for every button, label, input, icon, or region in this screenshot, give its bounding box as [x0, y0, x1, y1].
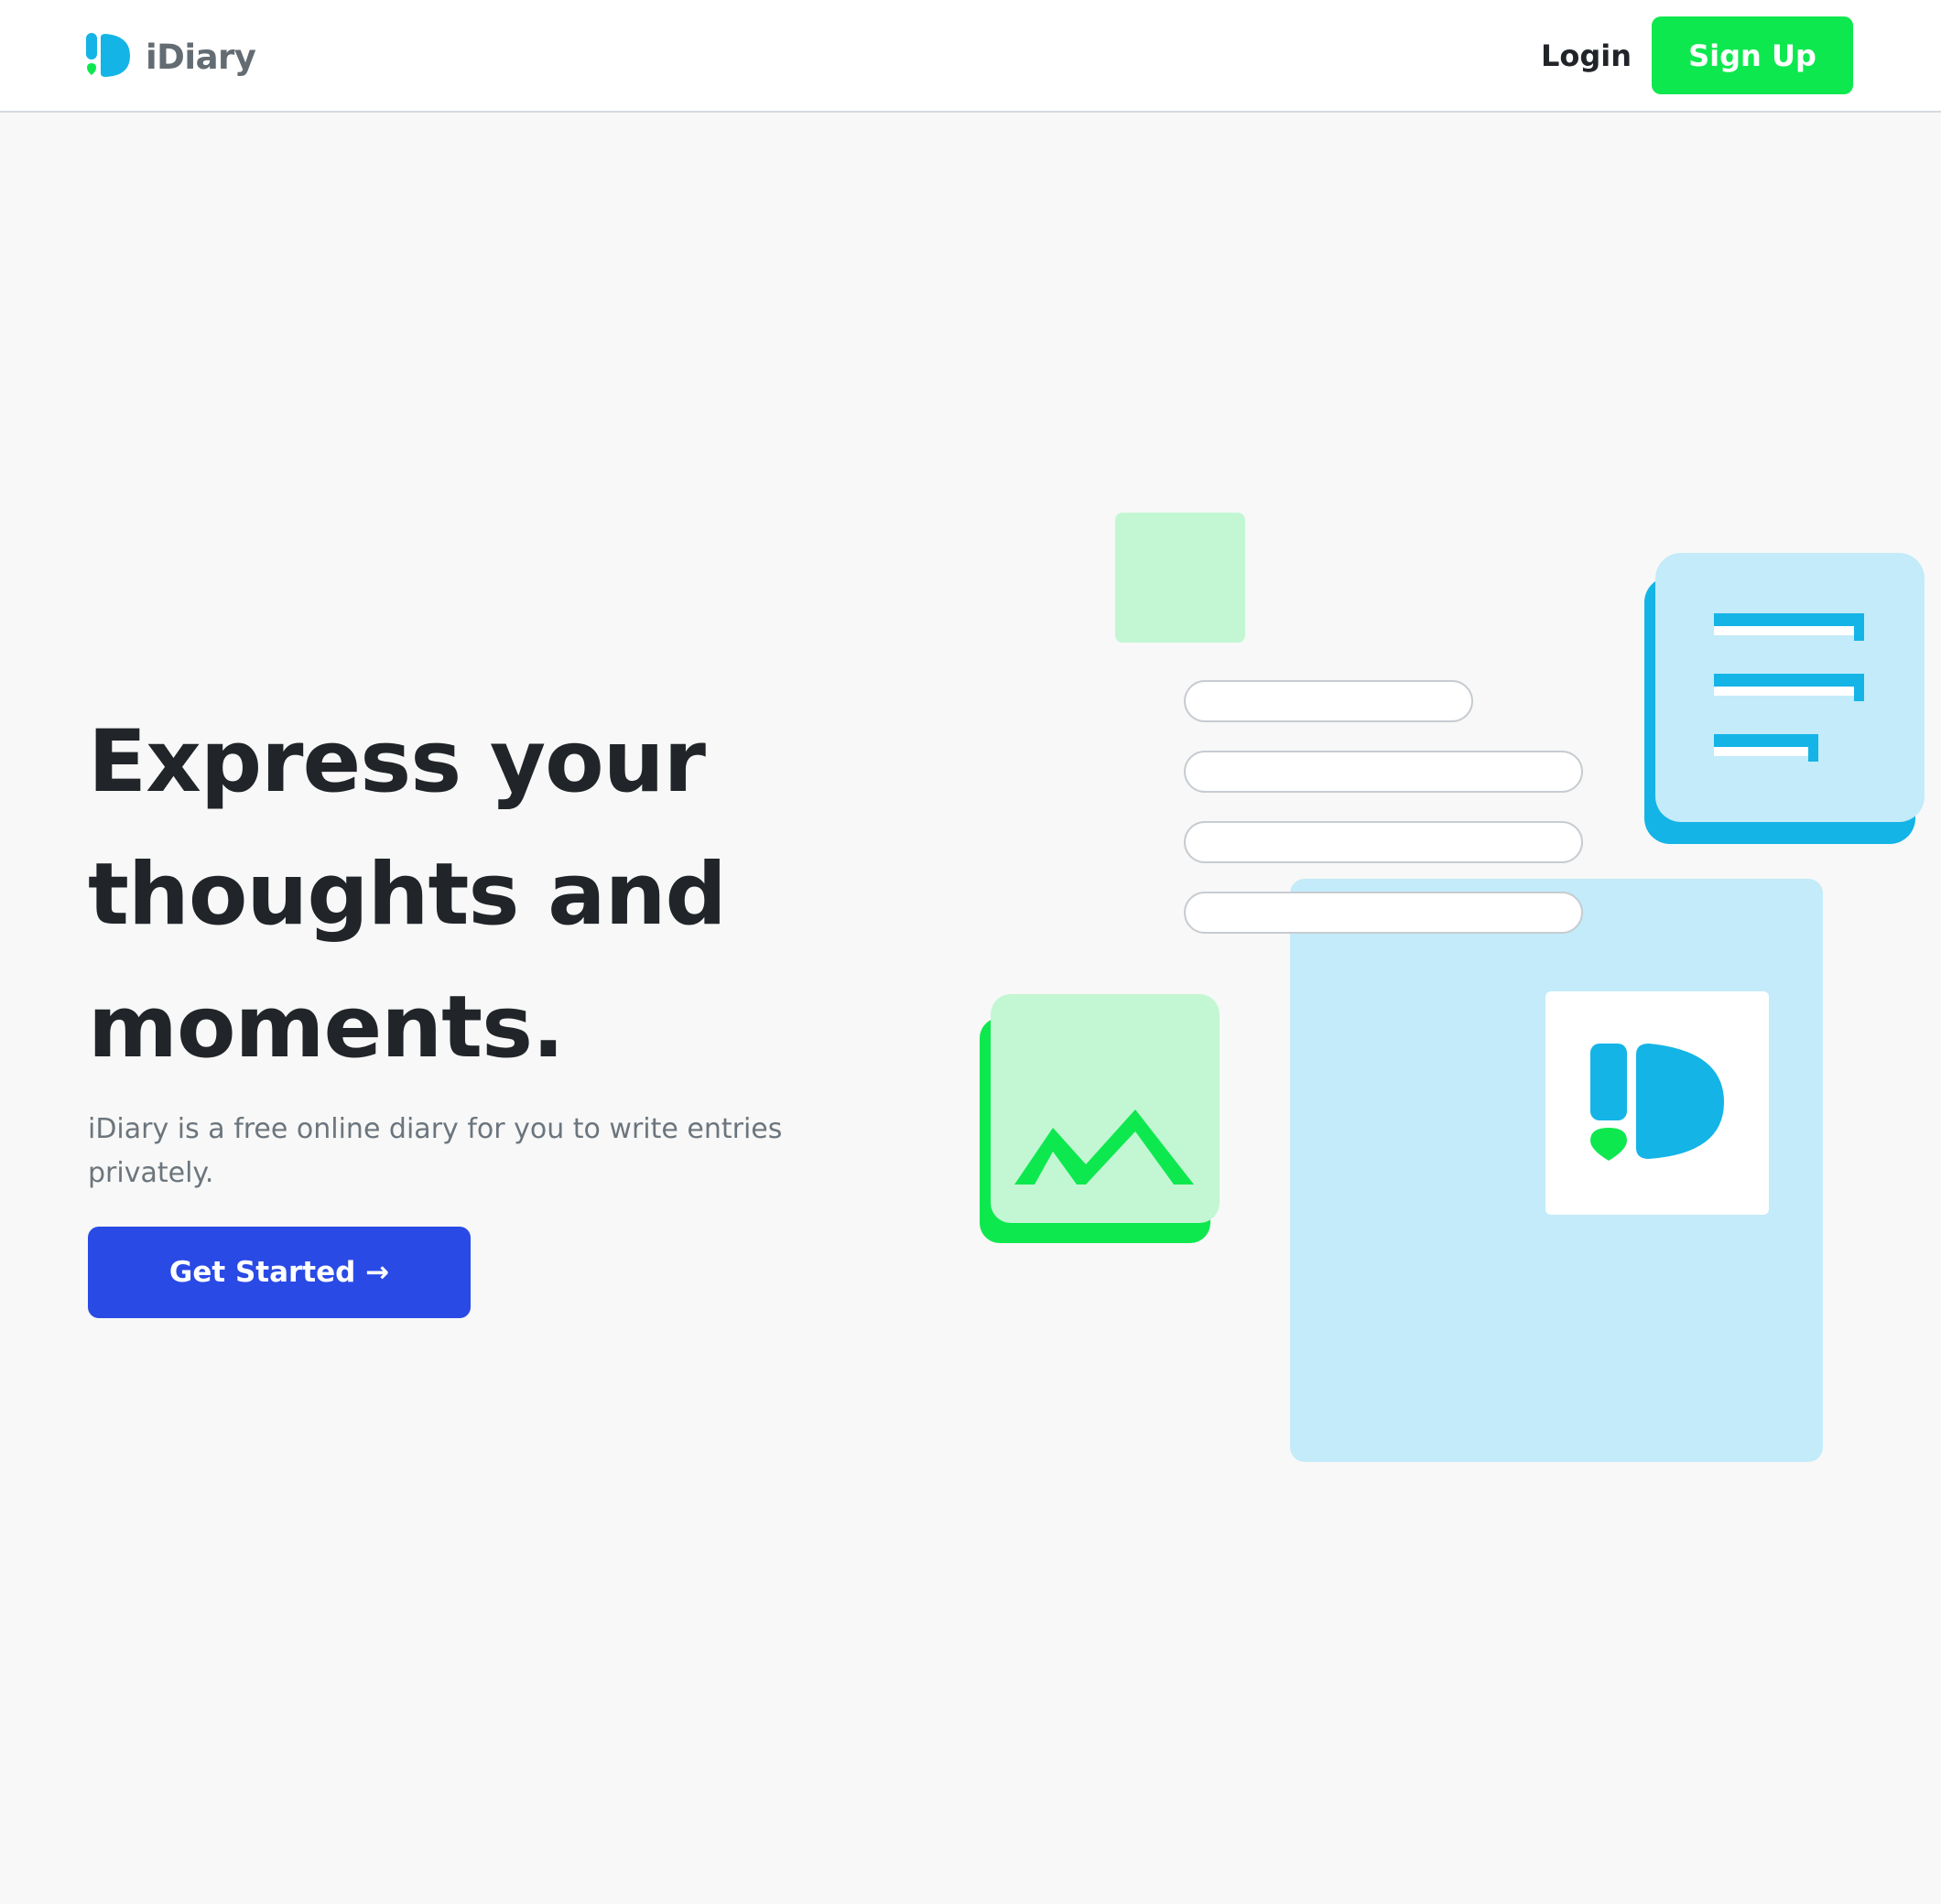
logo-card [1545, 991, 1769, 1215]
hero-title: Express your thoughts and moments. [88, 712, 727, 1077]
placeholder-text-line [1184, 751, 1583, 793]
signup-button[interactable]: Sign Up [1652, 16, 1853, 94]
brand-name: iDiary [146, 37, 256, 77]
login-link[interactable]: Login [1541, 35, 1632, 77]
placeholder-text-line [1184, 892, 1583, 934]
image-card [991, 994, 1220, 1223]
brand-link[interactable]: iDiary [86, 31, 256, 82]
idiary-logo-icon [86, 33, 132, 81]
hero-subtitle: iDiary is a free online diary for you to… [88, 1113, 783, 1189]
image-card-shadow [980, 1018, 1210, 1243]
document-card [1655, 553, 1925, 822]
decorative-blue-panel [1290, 879, 1823, 1462]
document-card-shadow [1644, 577, 1915, 844]
get-started-button[interactable]: Get Started → [88, 1227, 471, 1318]
placeholder-text-line [1184, 680, 1473, 722]
navbar: iDiary Login Sign Up [0, 0, 1941, 113]
idiary-logo-icon [1589, 1042, 1726, 1165]
decorative-green-square [1115, 513, 1245, 643]
placeholder-text-line [1184, 821, 1583, 863]
